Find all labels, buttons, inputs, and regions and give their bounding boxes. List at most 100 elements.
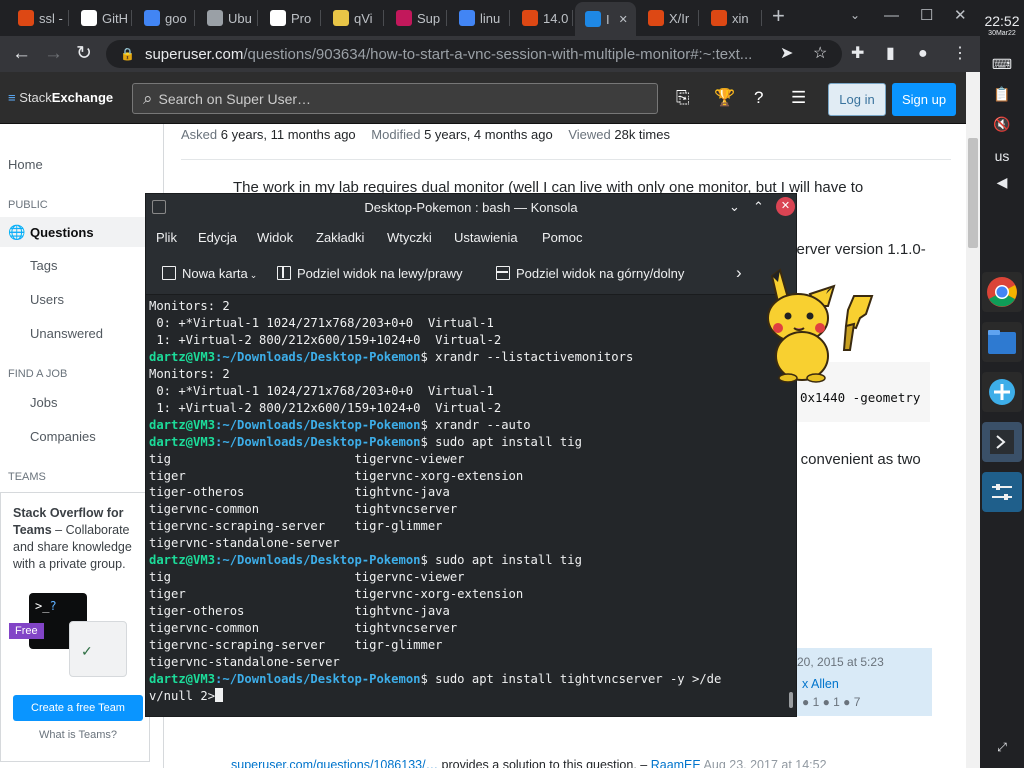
tab-separator	[761, 10, 762, 26]
terminal-text: 1: +Virtual-2 800/212x600/159+1024+0 Vir…	[149, 400, 502, 415]
fullscreen-toggle-icon[interactable]: ⤢	[980, 740, 1024, 755]
konsole-close-icon[interactable]: ✕	[776, 197, 795, 216]
konsole-menu-item[interactable]: Zakładki	[316, 230, 364, 245]
browser-tab[interactable]: X/Ir	[638, 4, 699, 32]
konsole-menu-item[interactable]: Wtyczki	[387, 230, 432, 245]
page-scrollbar-thumb[interactable]	[968, 138, 978, 248]
konsole-app-dock-icon[interactable]	[982, 422, 1022, 462]
terminal-output[interactable]: Monitors: 2 0: +*Virtual-1 1024/271x768/…	[146, 296, 784, 716]
help-icon[interactable]: ?	[754, 89, 763, 107]
question-body-fragment-convenient: s convenient as two	[789, 451, 921, 468]
nav-unanswered[interactable]: Unanswered	[30, 326, 103, 341]
maximize-icon[interactable]: ☐	[920, 8, 933, 24]
comment-link[interactable]: superuser.com/questions/1086133/…	[231, 758, 438, 768]
nav-jobs[interactable]: Jobs	[30, 395, 57, 410]
profile-icon[interactable]: ●	[918, 45, 928, 63]
konsole-titlebar[interactable]: Desktop-Pokemon : bash — Konsola ⌄ ⌃ ✕	[146, 194, 796, 221]
tab-separator	[698, 10, 699, 26]
minimize-icon[interactable]: —	[884, 8, 899, 24]
tab-search-button[interactable]: ⌄	[850, 8, 860, 22]
network-app-icon[interactable]	[982, 372, 1022, 412]
konsole-title: Desktop-Pokemon : bash — Konsola	[364, 200, 578, 215]
konsole-menu-item[interactable]: Pomoc	[542, 230, 582, 245]
what-is-teams-link[interactable]: What is Teams?	[13, 729, 143, 741]
browser-tab-label: Pro	[291, 10, 312, 26]
stackexchange-logo[interactable]: ≡ StackExchange	[8, 90, 113, 105]
user-card-date: 20, 2015 at 5:23	[797, 655, 884, 669]
browser-tab[interactable]: GitH	[71, 4, 132, 32]
konsole-menu-item[interactable]: Plik	[156, 230, 177, 245]
nav-tags[interactable]: Tags	[30, 258, 57, 273]
reload-icon[interactable]: ↻	[76, 44, 92, 64]
keyboard-icon[interactable]: ⌨	[980, 56, 1024, 73]
keyboard-layout-indicator[interactable]: us	[980, 148, 1024, 164]
konsole-menu-item[interactable]: Edycja	[198, 230, 237, 245]
konsole-minimize-icon[interactable]: ⌄	[729, 198, 740, 216]
nav-users[interactable]: Users	[30, 292, 64, 307]
file-manager-icon[interactable]	[982, 322, 1022, 362]
split-left-right-tool[interactable]: Podziel widok na lewy/prawy	[277, 266, 462, 281]
create-free-team-button[interactable]: Create a free Team	[13, 695, 143, 721]
nav-questions[interactable]: 🌐 Questions	[0, 217, 164, 247]
clipboard-icon[interactable]: 📋	[980, 86, 1024, 103]
url-domain: superuser.com	[144, 45, 244, 63]
konsole-maximize-icon[interactable]: ⌃	[753, 198, 764, 216]
new-tab-button[interactable]: +	[772, 5, 792, 27]
konsole-menu-item[interactable]: Ustawienia	[454, 230, 518, 245]
new-tab-icon	[162, 266, 176, 280]
split-top-bottom-tool[interactable]: Podziel widok na górny/dolny	[496, 266, 684, 281]
extensions-icon[interactable]: ✚	[851, 45, 864, 63]
tab-separator	[572, 10, 573, 26]
search-icon: ⌕	[143, 88, 153, 108]
browser-tab[interactable]: xin	[701, 4, 762, 32]
volume-muted-icon[interactable]: 🔇	[980, 116, 1024, 133]
close-tab-icon[interactable]: ✕	[619, 13, 628, 26]
browser-tab-label: xin	[732, 10, 749, 26]
browser-tab[interactable]: Pro	[260, 4, 321, 32]
page-scrollbar[interactable]	[966, 72, 980, 768]
chrome-app-icon[interactable]	[982, 272, 1022, 312]
settings-app-icon[interactable]	[982, 472, 1022, 512]
browser-tab[interactable]: I ✕	[575, 2, 636, 36]
close-window-icon[interactable]: ✕	[954, 8, 967, 24]
site-switcher-icon[interactable]: ☰	[791, 89, 806, 107]
nav-home[interactable]: Home	[8, 157, 43, 172]
browser-tab[interactable]: Ubu	[197, 4, 258, 32]
terminal-scrollbar-thumb[interactable]	[789, 692, 793, 708]
new-tab-tool[interactable]: Nowa karta ⌄	[162, 266, 257, 281]
browser-tab[interactable]: qVi	[323, 4, 384, 32]
browser-tab[interactable]: 14.0	[512, 4, 573, 32]
terminal-text: tigervnc-standalone-server	[149, 655, 340, 670]
forward-icon[interactable]: →	[44, 44, 63, 64]
clock-time[interactable]: 22:52	[980, 13, 1024, 29]
collapse-panel-icon[interactable]: ◀	[980, 174, 1024, 191]
split-horizontal-icon	[496, 266, 510, 280]
bookmark-star-icon[interactable]: ☆	[813, 45, 827, 63]
share-icon[interactable]: ➤	[780, 45, 793, 63]
log-in-button[interactable]: Log in	[828, 83, 886, 116]
terminal-output-line: tigervnc-common tightvncserver	[149, 501, 781, 518]
back-icon[interactable]: ←	[12, 44, 31, 64]
site-search-input[interactable]: ⌕ Search on Super User…	[132, 83, 658, 114]
browser-tab[interactable]: goo	[134, 4, 195, 32]
address-bar[interactable]: 🔒 superuser.com/questions/903634/how-to-…	[106, 40, 842, 68]
toolbar-overflow-chevron-icon[interactable]: ›	[736, 263, 742, 283]
terminal-prompt-line: dartz@VM3:~/Downloads/Desktop-Pokemon$ x…	[149, 417, 781, 434]
browser-tab[interactable]: linu	[449, 4, 510, 32]
user-card-name[interactable]: x Allen	[802, 677, 839, 691]
prompt-path: :~/Downloads/Desktop-Pokemon	[215, 417, 421, 432]
nav-companies[interactable]: Companies	[30, 429, 96, 444]
pikachu-desktop-pet[interactable]	[758, 266, 874, 384]
url-path: /questions/903634/how-to-start-a-vnc-ses…	[243, 45, 753, 63]
achievements-trophy-icon[interactable]: 🏆	[714, 89, 735, 107]
side-panel-icon[interactable]: ▮	[886, 45, 895, 63]
menu-kebab-icon[interactable]: ⋮	[952, 45, 968, 63]
inbox-icon[interactable]: ⎘	[676, 89, 690, 107]
browser-tab[interactable]: Sup	[386, 4, 447, 32]
terminal-prompt-line: dartz@VM3:~/Downloads/Desktop-Pokemon$ x…	[149, 349, 781, 366]
comment-user[interactable]: RaamEE	[651, 758, 701, 768]
browser-tab[interactable]: ssl -	[8, 4, 69, 32]
sign-up-button[interactable]: Sign up	[892, 83, 956, 116]
browser-tab-label: GitH	[102, 10, 128, 26]
konsole-menu-item[interactable]: Widok	[257, 230, 293, 245]
